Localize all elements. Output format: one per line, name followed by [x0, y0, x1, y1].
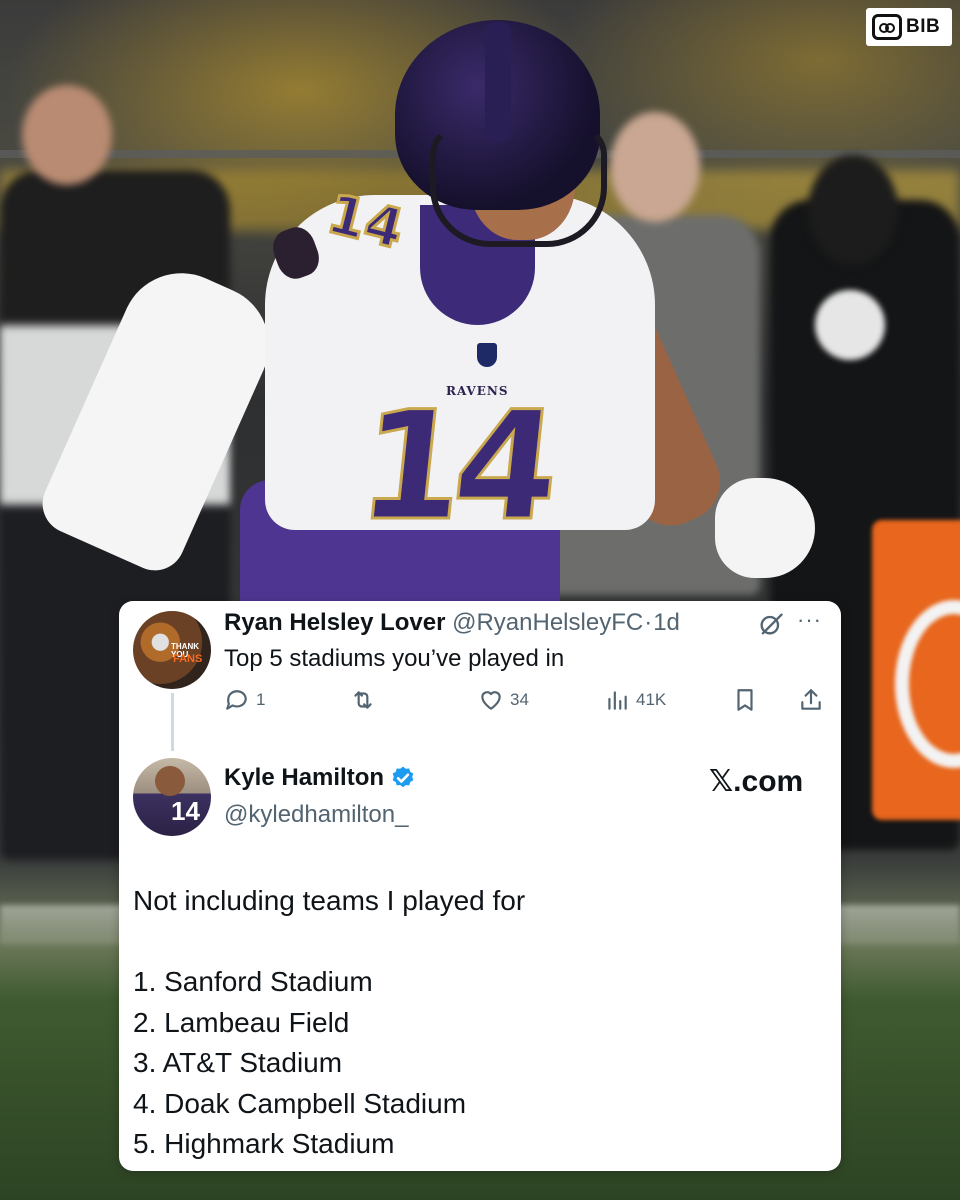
tweet-list-item: 5. Highmark Stadium [133, 1128, 395, 1159]
reply-avatar[interactable]: THANK YOU FANS [133, 611, 211, 689]
views-count: 41K [636, 690, 667, 709]
comment-icon [226, 690, 247, 710]
bookmark-icon [737, 689, 753, 711]
reply-text: Top 5 stadiums you’ve played in [224, 645, 565, 672]
bib-logo: BIB [866, 8, 952, 46]
heart-icon [481, 691, 501, 710]
author-name-row: Kyle Hamilton [224, 764, 416, 792]
x-logo-icon: 𝕏 [709, 764, 734, 799]
x-com-badge: 𝕏.com [709, 764, 803, 799]
share-icon [801, 689, 821, 710]
reply-action-bar: 1 34 41K [224, 687, 824, 719]
football-player: RAVENS 14 14 [0, 0, 960, 620]
avatar-overlay-text: FANS [173, 653, 203, 665]
retweet-icon [354, 691, 372, 709]
thread-connector [171, 693, 174, 751]
reply-display-name[interactable]: Ryan Helsley Lover [224, 609, 445, 636]
reply-timestamp[interactable]: 1d [653, 609, 680, 636]
tweet-line: Not including teams I played for [133, 885, 526, 916]
share-button[interactable] [798, 687, 824, 713]
tweet-list-item: 3. AT&T Stadium [133, 1047, 343, 1078]
retweet-button[interactable] [350, 687, 382, 713]
verified-badge-icon [392, 766, 414, 788]
helmet-stripe [485, 22, 511, 142]
grok-icon[interactable] [757, 610, 785, 638]
tweet-line [133, 922, 525, 963]
tweet-list-item: 1. Sanford Stadium [133, 966, 373, 997]
author-display-name[interactable]: Kyle Hamilton [224, 764, 384, 792]
x-com-text: .com [733, 765, 804, 798]
bib-logo-text: BIB [906, 16, 941, 37]
author-avatar[interactable]: 14 [133, 758, 211, 836]
separator-dot: · [644, 609, 653, 636]
reply-handle[interactable]: @RyanHelsleyFC [452, 609, 643, 636]
like-button[interactable]: 34 [478, 687, 529, 713]
author-handle[interactable]: @kyledhamilton_ [224, 801, 408, 829]
helmet-facemask [430, 125, 607, 247]
player-glove [715, 478, 815, 578]
views-button[interactable]: 41K [604, 687, 666, 713]
more-icon[interactable]: ··· [797, 607, 822, 633]
views-chart-icon [608, 691, 627, 710]
avatar-person-head [155, 766, 185, 796]
reply-button[interactable]: 1 [224, 687, 265, 713]
tweet-body: Not including teams I played for 1. Sanf… [133, 881, 525, 1165]
reply-count: 1 [256, 690, 266, 709]
tweet-card: THANK YOU FANS Ryan Helsley Lover @RyanH… [119, 601, 841, 1171]
avatar-overlay-text: 14 [171, 796, 200, 826]
tweet-list-item: 2. Lambeau Field [133, 1006, 350, 1038]
jersey-number: 14 [349, 379, 559, 556]
tweet-list-item: 4. Doak Campbell Stadium [133, 1087, 467, 1119]
like-count: 34 [510, 690, 529, 709]
nfl-shield-icon [477, 343, 497, 367]
reply-header: Ryan Helsley Lover @RyanHelsleyFC·1d [224, 609, 680, 637]
bib-mascot-icon [872, 14, 902, 40]
bookmark-button[interactable] [732, 687, 758, 713]
